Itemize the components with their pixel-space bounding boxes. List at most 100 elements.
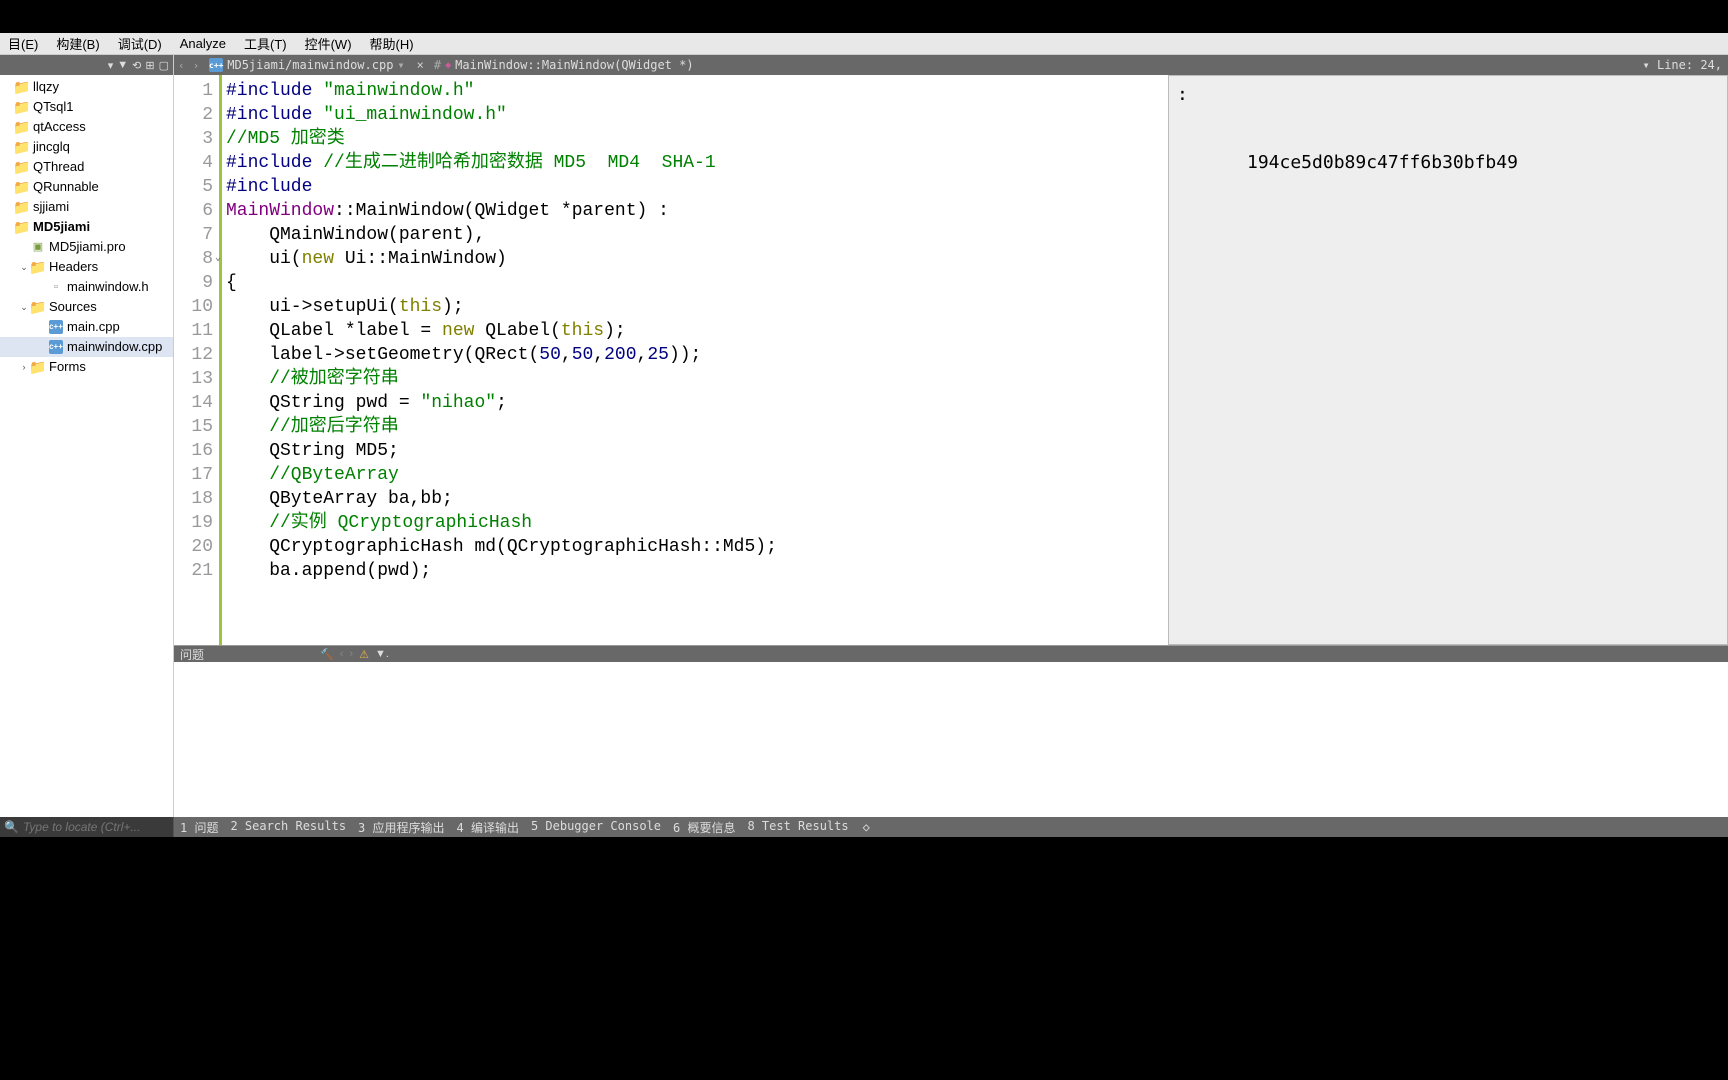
filter-dropdown-icon[interactable]: ▼.: [375, 648, 389, 661]
folder-icon: 📁: [14, 179, 30, 195]
status-tab-6[interactable]: 8 Test Results: [741, 819, 854, 836]
menu-tools[interactable]: 工具(T): [236, 32, 295, 55]
issues-list[interactable]: [174, 662, 1728, 837]
menu-debug[interactable]: 调试(D): [110, 32, 170, 55]
breadcrumb-method[interactable]: MainWindow::MainWindow(QWidget *): [451, 58, 693, 72]
black-band-bottom: [0, 837, 1728, 1080]
md5-output-label: 194ce5d0b89c47ff6b30bfb49: [1247, 152, 1518, 173]
tree-item-mainwindow-h[interactable]: ▫mainwindow.h: [0, 277, 173, 297]
tree-item-jincglq[interactable]: 📁jincglq: [0, 137, 173, 157]
menu-widgets[interactable]: 控件(W): [297, 32, 360, 55]
tree-item-MD5jiami-pro[interactable]: ▣MD5jiami.pro: [0, 237, 173, 257]
tree-item-label: main.cpp: [67, 318, 120, 336]
tree-item-Headers[interactable]: ⌄📁Headers: [0, 257, 173, 277]
tree-item-label: MD5jiami.pro: [49, 238, 126, 256]
dropdown-icon[interactable]: ▾: [397, 58, 404, 72]
line-gutter: 12345678⌄9101112131415161718192021: [174, 75, 222, 645]
search-icon: 🔍: [4, 820, 19, 834]
tree-item-sjjiami[interactable]: 📁sjjiami: [0, 197, 173, 217]
close-panel-icon[interactable]: ▢: [159, 59, 169, 72]
tree-item-QThread[interactable]: 📁QThread: [0, 157, 173, 177]
pro-file-icon: ▣: [30, 239, 46, 255]
separator: #: [430, 58, 445, 72]
tree-item-llqzy[interactable]: 📁llqzy: [0, 77, 173, 97]
code-content[interactable]: #include "mainwindow.h" #include "ui_mai…: [222, 75, 1168, 645]
clear-icon[interactable]: 🔨: [320, 648, 334, 661]
locator[interactable]: 🔍: [0, 817, 174, 837]
project-tree[interactable]: 📁llqzy📁QTsql1📁qtAccess📁jincglq📁QThread📁Q…: [0, 75, 173, 837]
statusbar: 🔍 1 问题2 Search Results3 应用程序输出4 编译输出5 De…: [0, 817, 1728, 837]
folder-icon: 📁: [14, 139, 30, 155]
folder-icon: 📁: [14, 199, 30, 215]
next-icon[interactable]: ›: [349, 648, 353, 661]
locator-input[interactable]: [23, 820, 163, 834]
black-band-top: [0, 0, 1728, 33]
cpp-icon: c++: [48, 319, 64, 335]
status-tab-2[interactable]: 3 应用程序输出: [352, 819, 450, 836]
tree-item-label: QTsql1: [33, 98, 73, 116]
status-tab-1[interactable]: 2 Search Results: [224, 819, 352, 836]
tree-item-label: Sources: [49, 298, 97, 316]
cursor-position: ▾ Line: 24,: [1643, 58, 1728, 72]
tree-item-label: QThread: [33, 158, 84, 176]
nav-fwd-icon[interactable]: ›: [189, 59, 204, 72]
tree-item-QTsql1[interactable]: 📁QTsql1: [0, 97, 173, 117]
cpp-icon: c++: [48, 339, 64, 355]
link-icon[interactable]: ⟲: [132, 59, 141, 72]
menu-help[interactable]: 帮助(H): [362, 32, 422, 55]
tree-item-label: QRunnable: [33, 178, 99, 196]
tree-item-label: jincglq: [33, 138, 70, 156]
folder-icon: 📁: [14, 119, 30, 135]
folder-icon: 📁: [14, 99, 30, 115]
filter-icon[interactable]: ▾: [108, 59, 114, 72]
project-sidebar: ▾ ▼ ⟲ ⊞ ▢ 📁llqzy📁QTsql1📁qtAccess📁jincglq…: [0, 55, 174, 837]
tab-close-icon[interactable]: ×: [411, 58, 430, 72]
folder-icon: 📁: [30, 359, 46, 375]
running-app-window[interactable]: : 194ce5d0b89c47ff6b30bfb49: [1168, 75, 1728, 645]
status-tab-0[interactable]: 1 问题: [174, 819, 224, 836]
cpp-file-icon: c++: [209, 58, 223, 72]
tree-item-label: llqzy: [33, 78, 59, 96]
issues-panel-header: 问题 🔨 ‹ › ⚠ ▼.: [174, 646, 1728, 662]
tree-item-main-cpp[interactable]: c++main.cpp: [0, 317, 173, 337]
folder-icon: 📁: [14, 219, 30, 235]
tree-item-qtAccess[interactable]: 📁qtAccess: [0, 117, 173, 137]
issues-panel: 问题 🔨 ‹ › ⚠ ▼.: [174, 645, 1728, 837]
split-icon[interactable]: ⊞: [145, 59, 154, 72]
tree-item-MD5jiami[interactable]: 📁MD5jiami: [0, 217, 173, 237]
tree-item-Sources[interactable]: ⌄📁Sources: [0, 297, 173, 317]
tree-item-QRunnable[interactable]: 📁QRunnable: [0, 177, 173, 197]
status-tab-4[interactable]: 5 Debugger Console: [525, 819, 667, 836]
menubar: 目(E) 构建(B) 调试(D) Analyze 工具(T) 控件(W) 帮助(…: [0, 33, 1728, 55]
tree-item-label: sjjiami: [33, 198, 69, 216]
status-tab-5[interactable]: 6 概要信息: [667, 819, 741, 836]
menu-build[interactable]: 构建(B): [48, 32, 107, 55]
editor-tab[interactable]: c++ MD5jiami/mainwindow.cpp ▾: [203, 58, 410, 72]
tree-item-label: Headers: [49, 258, 98, 276]
header-file-icon: ▫: [48, 279, 64, 295]
folder-icon: 📁: [14, 159, 30, 175]
sidebar-toolbar: ▾ ▼ ⟲ ⊞ ▢: [0, 55, 173, 75]
warning-filter-icon[interactable]: ⚠: [359, 648, 369, 661]
tree-item-label: mainwindow.cpp: [67, 338, 162, 356]
app-titlebar[interactable]: :: [1177, 84, 1719, 92]
funnel-icon[interactable]: ▼: [117, 59, 128, 71]
prev-icon[interactable]: ‹: [340, 648, 344, 661]
tab-filepath-text: MD5jiami/mainwindow.cpp: [227, 58, 393, 72]
folder-icon: 📁: [30, 299, 46, 315]
menu-edit[interactable]: 目(E): [0, 32, 46, 55]
output-selector-icon[interactable]: ◇: [855, 820, 870, 834]
tree-item-label: mainwindow.h: [67, 278, 149, 296]
folder-icon: 📁: [14, 79, 30, 95]
tree-item-label: Forms: [49, 358, 86, 376]
tree-item-label: qtAccess: [33, 118, 86, 136]
status-tab-3[interactable]: 4 编译输出: [451, 819, 525, 836]
tree-item-label: MD5jiami: [33, 218, 90, 236]
tree-item-mainwindow-cpp[interactable]: c++mainwindow.cpp: [0, 337, 173, 357]
nav-back-icon[interactable]: ‹: [174, 59, 189, 72]
tree-item-Forms[interactable]: ›📁Forms: [0, 357, 173, 377]
menu-analyze[interactable]: Analyze: [172, 34, 234, 53]
editor-area: ‹ › c++ MD5jiami/mainwindow.cpp ▾ × # ◆ …: [174, 55, 1728, 837]
code-editor[interactable]: 12345678⌄9101112131415161718192021 #incl…: [174, 75, 1168, 645]
issues-panel-title: 问题: [180, 646, 204, 663]
